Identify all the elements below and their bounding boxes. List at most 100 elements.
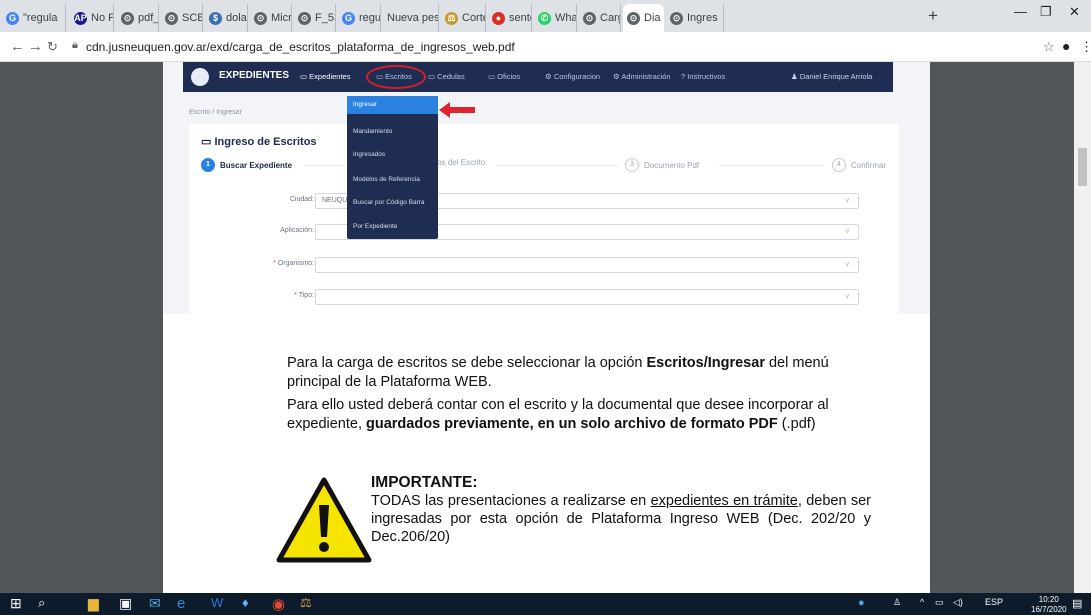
record-icon: ● <box>492 11 505 25</box>
tab-label: Carga <box>600 12 620 24</box>
back-icon[interactable]: ← <box>10 38 25 55</box>
browser-tab[interactable]: ⊙ Micro <box>250 4 292 32</box>
app-icon[interactable]: ♦ <box>242 595 249 610</box>
whatsapp-icon: ✆ <box>538 11 551 25</box>
dropdown-item[interactable]: Modelos de Referencia <box>353 176 420 183</box>
paragraph-1: Para la carga de escritos se debe selecc… <box>287 355 829 390</box>
paragraph-2: Para ello usted deberá contar con el esc… <box>287 397 829 432</box>
windows-taskbar: ⊞ ⌕ ▆ ▣ ✉ e W ♦ ◉ ⚖ ● ♙ ^ ▭ ◁) ESP 10:20… <box>0 593 1091 615</box>
folder-icon: ▭ <box>300 72 310 81</box>
nav-item[interactable]: ▭ Expedientes <box>300 72 350 81</box>
browser-tab[interactable]: ✆ Whats <box>534 4 577 32</box>
tab-label: Ingres <box>687 12 718 24</box>
tab-label: pdf_de <box>138 12 159 24</box>
dropdown-item[interactable]: Por Expediente <box>353 223 397 230</box>
browser-tab[interactable]: Gregula <box>338 4 381 32</box>
ap-icon: AP <box>74 11 87 25</box>
globe-icon: ⊙ <box>627 11 640 25</box>
tab-label: regula <box>359 12 381 24</box>
dropdown-item[interactable]: Ingresar <box>347 96 438 114</box>
tab-label: "regula <box>23 12 58 24</box>
profile-icon[interactable]: ● <box>1062 38 1070 54</box>
tipo-select[interactable]: ∨ <box>315 289 859 305</box>
windows-start-icon[interactable]: ⊞ <box>10 595 22 612</box>
word-icon[interactable]: W <box>211 595 223 610</box>
app-icon[interactable]: ⚖ <box>300 595 312 611</box>
step-connector <box>496 165 618 166</box>
folder-icon: ▭ <box>488 72 498 81</box>
dollar-site-icon: $ <box>209 11 222 25</box>
calendar-icon: ▭ <box>201 136 215 148</box>
tab-label: Micro <box>271 12 292 24</box>
google-icon: G <box>342 11 355 25</box>
tray-chevron-icon[interactable]: ^ <box>920 597 924 607</box>
menu-dots-icon[interactable]: ⋮ <box>1080 39 1091 55</box>
notifications-icon[interactable]: ▤ <box>1072 597 1082 610</box>
restore-icon[interactable]: ❐ <box>1040 4 1052 20</box>
browser-tab[interactable]: Nueva pest <box>383 4 439 32</box>
field-label: * Tipo: <box>294 292 314 299</box>
dropdown-item[interactable]: Ingresados <box>353 151 385 158</box>
store-icon[interactable]: ▣ <box>119 595 132 612</box>
step-1: 1 Buscar Expediente <box>201 158 292 172</box>
scrollbar-thumb[interactable] <box>1078 148 1087 186</box>
user-name[interactable]: ♟︎ Daniel Enrique Arriola <box>791 72 872 81</box>
nav-item[interactable]: ⚙ Administración <box>613 72 671 81</box>
browser-tab[interactable]: AP No Pro <box>70 4 114 32</box>
tab-label: Nueva pest <box>387 12 439 24</box>
nav-item[interactable]: ▭ Oficios <box>488 72 520 81</box>
app-brand: EXPEDIENTES <box>219 70 290 81</box>
nav-item[interactable]: ▭ Escritos <box>376 72 412 81</box>
tray-app-icon[interactable]: ● <box>858 597 865 609</box>
edge-icon[interactable]: e <box>177 595 185 612</box>
bookmark-star-icon[interactable]: ☆ <box>1043 39 1055 55</box>
browser-tab[interactable]: ⊙ pdf_de <box>117 4 159 32</box>
nav-item[interactable]: ▭ Cedulas <box>428 72 465 81</box>
scrollbar[interactable] <box>1074 62 1091 593</box>
minimize-icon[interactable]: — <box>1014 4 1027 19</box>
browser-tab[interactable]: ⊙ Carga <box>579 4 621 32</box>
google-icon: G <box>6 11 19 25</box>
file-explorer-icon[interactable]: ▆ <box>88 595 99 612</box>
warning-sign-icon <box>276 477 372 563</box>
clock[interactable]: 10:20 16/7/2020 <box>1031 595 1067 615</box>
volume-icon[interactable]: ◁) <box>953 597 963 608</box>
tab-label: Whats <box>555 12 576 24</box>
globe-icon: ⊙ <box>254 11 267 25</box>
tab-label: senter <box>509 12 531 24</box>
close-icon[interactable]: ✕ <box>1069 4 1080 20</box>
tab-label: Dia <box>644 12 661 24</box>
app-navbar: EXPEDIENTES ♟︎ Daniel Enrique Arriola ▭ … <box>183 62 893 92</box>
browser-tab[interactable]: $ dolare <box>205 4 248 32</box>
tab-label: SCBA <box>182 12 202 24</box>
browser-tab[interactable]: G "regula <box>2 4 66 32</box>
browser-tab[interactable]: ⊙Dia✕ <box>623 4 664 32</box>
chrome-icon[interactable]: ◉ <box>272 595 285 613</box>
globe-icon: ⊙ <box>121 11 134 25</box>
network-icon[interactable]: ▭ <box>935 597 944 608</box>
organismo-select[interactable]: ∨ <box>315 257 859 273</box>
tab-label: Corte <box>462 12 485 24</box>
field-label: Ciudad: <box>289 196 314 203</box>
nav-item[interactable]: ? Instructivos <box>681 72 725 81</box>
people-icon[interactable]: ♙ <box>893 597 901 608</box>
new-tab-button[interactable]: + <box>928 6 938 26</box>
url-field[interactable]: cdn.jusneuquen.gov.ar/exd/carga_de_escri… <box>86 40 515 54</box>
language-indicator[interactable]: ESP <box>985 597 1003 607</box>
browser-tab[interactable]: ⊙ SCBA <box>161 4 203 32</box>
reload-icon[interactable]: ↻ <box>47 39 58 55</box>
dropdown-item[interactable]: Mandamiento <box>353 128 392 135</box>
browser-tab[interactable]: ⊙ Ingres <box>666 4 724 32</box>
browser-tab[interactable]: ● senter <box>488 4 532 32</box>
dropdown-item[interactable]: Buscar por Código Barra <box>353 199 425 206</box>
step-connector <box>719 165 824 166</box>
search-icon[interactable]: ⌕ <box>38 595 45 611</box>
nav-item[interactable]: ⚙ Configuracion <box>545 72 600 81</box>
mail-icon[interactable]: ✉ <box>149 595 161 612</box>
lock-icon[interactable]: 🔒︎ <box>72 39 78 52</box>
tab-label: No Pro <box>91 12 113 24</box>
chevron-down-icon: ∨ <box>844 228 850 235</box>
forward-icon[interactable]: → <box>28 38 43 55</box>
browser-tab[interactable]: ⚖ Corte <box>441 4 486 32</box>
browser-tab[interactable]: ⊙ F_531_ <box>294 4 336 32</box>
